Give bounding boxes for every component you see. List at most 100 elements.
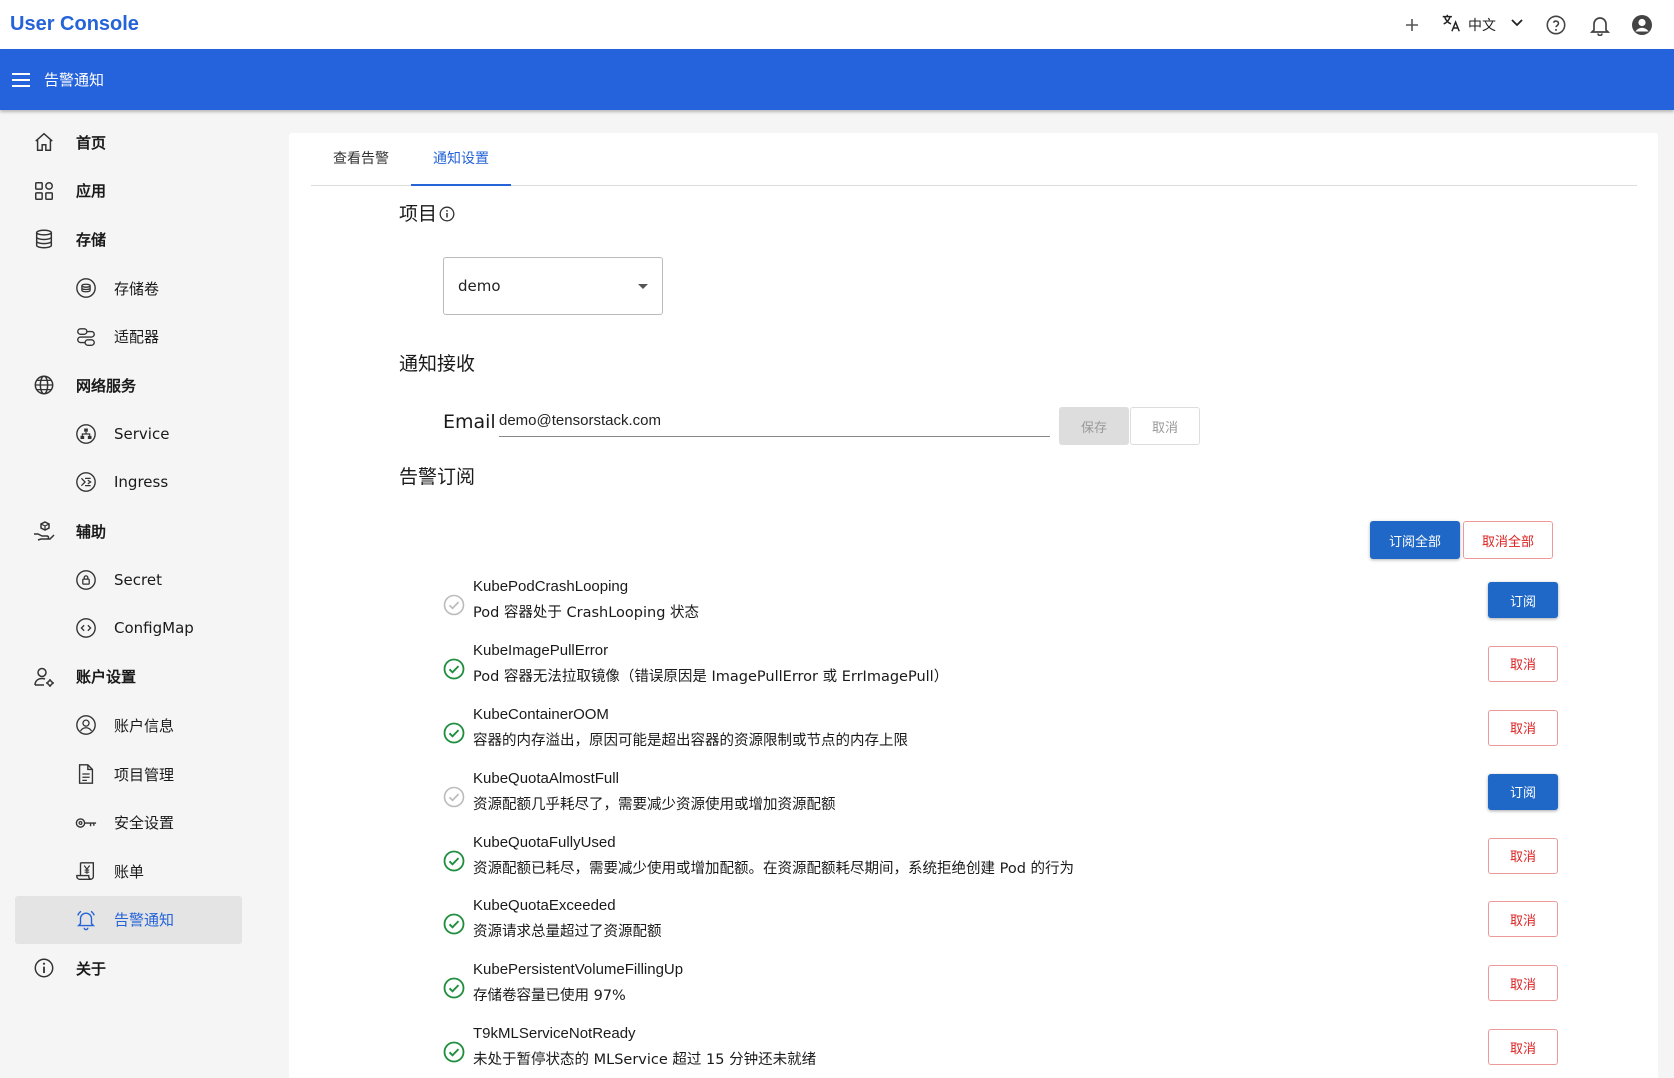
alert-name: KubePersistentVolumeFillingUp xyxy=(473,961,684,979)
sidebar-item-service[interactable]: Service xyxy=(0,410,270,459)
tab-notification-settings[interactable]: 通知设置 xyxy=(411,133,511,186)
service-icon xyxy=(74,422,98,446)
dropdown-caret-icon xyxy=(638,283,648,289)
sidebar-item-apps[interactable]: 应用 xyxy=(0,167,270,216)
unsubscribe-button[interactable]: 取消 xyxy=(1488,901,1558,938)
secret-icon xyxy=(74,568,98,592)
save-button[interactable]: 保存 xyxy=(1059,407,1129,445)
sidebar: 首页 应用 存储 存储卷 适配器 网络服务 Service Ingress 辅助… xyxy=(0,110,270,1078)
alert-description: 资源请求总量超过了资源配额 xyxy=(473,924,662,941)
key-icon xyxy=(74,811,98,835)
project-select-value: demo xyxy=(458,277,501,295)
sidebar-item-label: Service xyxy=(114,424,170,443)
sidebar-item-label: 账户信息 xyxy=(114,716,175,735)
home-icon xyxy=(32,130,56,154)
subscribe-button[interactable]: 订阅 xyxy=(1488,582,1558,618)
email-input[interactable] xyxy=(499,407,1050,437)
sidebar-item-account-settings[interactable]: 账户设置 xyxy=(0,653,270,702)
info-icon xyxy=(32,956,56,980)
email-label: Email xyxy=(443,411,496,433)
unsubscribe-all-button[interactable]: 取消全部 xyxy=(1463,521,1553,559)
sidebar-item-volumes[interactable]: 存储卷 xyxy=(0,264,270,313)
sidebar-item-ingress[interactable]: Ingress xyxy=(0,458,270,507)
project-select[interactable]: demo xyxy=(443,257,663,315)
sidebar-item-label: 账户设置 xyxy=(76,668,137,687)
brand-title[interactable]: User Console xyxy=(10,13,139,36)
sidebar-item-label: 告警通知 xyxy=(114,911,175,930)
alert-row: KubePodCrashLooping Pod 容器处于 CrashLooping… xyxy=(443,572,1558,636)
sidebar-item-storage[interactable]: 存储 xyxy=(0,215,270,264)
sidebar-item-label: 适配器 xyxy=(114,328,160,347)
chevron-down-icon xyxy=(1510,15,1524,34)
sidebar-item-security[interactable]: 安全设置 xyxy=(0,798,270,847)
sidebar-item-label: 项目管理 xyxy=(114,765,175,784)
notification-settings-card: 查看告警 通知设置 项目 demo 通知接收 Email 保存 取消 告警订阅 … xyxy=(289,133,1658,1078)
sidebar-item-label: ConfigMap xyxy=(114,619,194,638)
unsubscribe-button[interactable]: 取消 xyxy=(1488,709,1558,746)
check-circle-icon xyxy=(443,977,465,999)
alert-description: 存储卷容量已使用 97% xyxy=(473,988,626,1005)
alert-row: T9kMLServiceNotReady 未处于暂停状态的 MLService 超… xyxy=(443,1019,1558,1078)
sidebar-item-configmap[interactable]: ConfigMap xyxy=(0,604,270,653)
translate-icon xyxy=(1440,12,1462,38)
document-icon xyxy=(74,762,98,786)
sidebar-item-billing[interactable]: 账单 xyxy=(0,847,270,896)
sidebar-item-projects[interactable]: 项目管理 xyxy=(0,750,270,799)
check-circle-outline-icon xyxy=(443,786,465,808)
check-circle-outline-icon xyxy=(443,594,465,616)
unsubscribe-button[interactable]: 取消 xyxy=(1488,837,1558,874)
sidebar-item-network[interactable]: 网络服务 xyxy=(0,361,270,410)
info-icon[interactable] xyxy=(439,205,455,227)
add-icon[interactable] xyxy=(1396,9,1428,41)
sidebar-item-adapters[interactable]: 适配器 xyxy=(0,312,270,361)
sidebar-item-account-info[interactable]: 账户信息 xyxy=(0,701,270,750)
subscribe-button[interactable]: 订阅 xyxy=(1488,773,1558,810)
alert-description: 未处于暂停状态的 MLService 超过 15 分钟还未就绪 xyxy=(473,1052,817,1069)
sidebar-item-about[interactable]: 关于 xyxy=(0,944,270,993)
language-switcher[interactable]: 中文 xyxy=(1440,12,1524,38)
sidebar-item-label: 安全设置 xyxy=(114,814,175,833)
bell-icon[interactable] xyxy=(1578,9,1622,41)
alert-row: KubePersistentVolumeFillingUp 存储卷容量已使用 97… xyxy=(443,955,1558,1019)
unsubscribe-button[interactable]: 取消 xyxy=(1488,1029,1558,1066)
sidebar-item-home[interactable]: 首页 xyxy=(0,118,270,167)
sidebar-item-alerts[interactable]: 告警通知 xyxy=(15,895,242,945)
cancel-email-button[interactable]: 取消 xyxy=(1130,407,1200,445)
check-circle-icon xyxy=(443,850,465,872)
alert-name: KubeQuotaAlmostFull xyxy=(473,769,619,787)
alert-description: 容器的内存溢出，原因可能是超出容器的资源限制或节点的内存上限 xyxy=(473,732,908,749)
check-circle-icon xyxy=(443,913,465,935)
alert-name: KubeContainerOOM xyxy=(473,705,609,723)
apps-icon xyxy=(32,179,56,203)
alert-row: KubeImagePullError Pod 容器无法拉取镜像（错误原因是 Ima… xyxy=(443,636,1558,700)
subscribe-all-button[interactable]: 订阅全部 xyxy=(1370,521,1460,559)
unsubscribe-button[interactable]: 取消 xyxy=(1488,965,1558,1002)
ingress-icon xyxy=(74,470,98,494)
menu-icon[interactable] xyxy=(12,72,30,87)
alert-list: KubePodCrashLooping Pod 容器处于 CrashLooping… xyxy=(443,572,1558,1078)
globe-icon xyxy=(32,373,56,397)
sidebar-item-label: Ingress xyxy=(114,473,169,492)
top-actions: 中文 xyxy=(1396,9,1662,41)
adapter-icon xyxy=(74,325,98,349)
sidebar-item-label: 首页 xyxy=(76,133,107,152)
subscription-section-title: 告警订阅 xyxy=(399,466,476,488)
sidebar-item-label: 网络服务 xyxy=(76,376,137,395)
sidebar-item-secret[interactable]: Secret xyxy=(0,555,270,604)
alert-row: KubeQuotaExceeded 资源请求总量超过了资源配额 取消 xyxy=(443,891,1558,955)
tab-view-alerts[interactable]: 查看告警 xyxy=(311,133,411,186)
sidebar-item-label: Secret xyxy=(114,570,162,589)
alert-description: Pod 容器无法拉取镜像（错误原因是 ImagePullError 或 ErrI… xyxy=(473,668,949,685)
volume-icon xyxy=(74,276,98,300)
unsubscribe-button[interactable]: 取消 xyxy=(1488,645,1558,682)
account-icon[interactable] xyxy=(1622,9,1662,41)
sidebar-item-label: 存储卷 xyxy=(114,279,160,298)
bell-icon xyxy=(74,908,98,932)
help-icon[interactable] xyxy=(1534,9,1578,41)
sidebar-item-label: 应用 xyxy=(76,182,107,201)
sidebar-item-label: 关于 xyxy=(76,959,107,978)
alert-description: 资源配额已耗尽，需要减少使用或增加配额。在资源配额耗尽期间，系统拒绝创建 Pod… xyxy=(473,860,1075,877)
aux-icon xyxy=(32,519,56,543)
alert-name: KubeQuotaExceeded xyxy=(473,897,616,915)
sidebar-item-aux[interactable]: 辅助 xyxy=(0,507,270,556)
